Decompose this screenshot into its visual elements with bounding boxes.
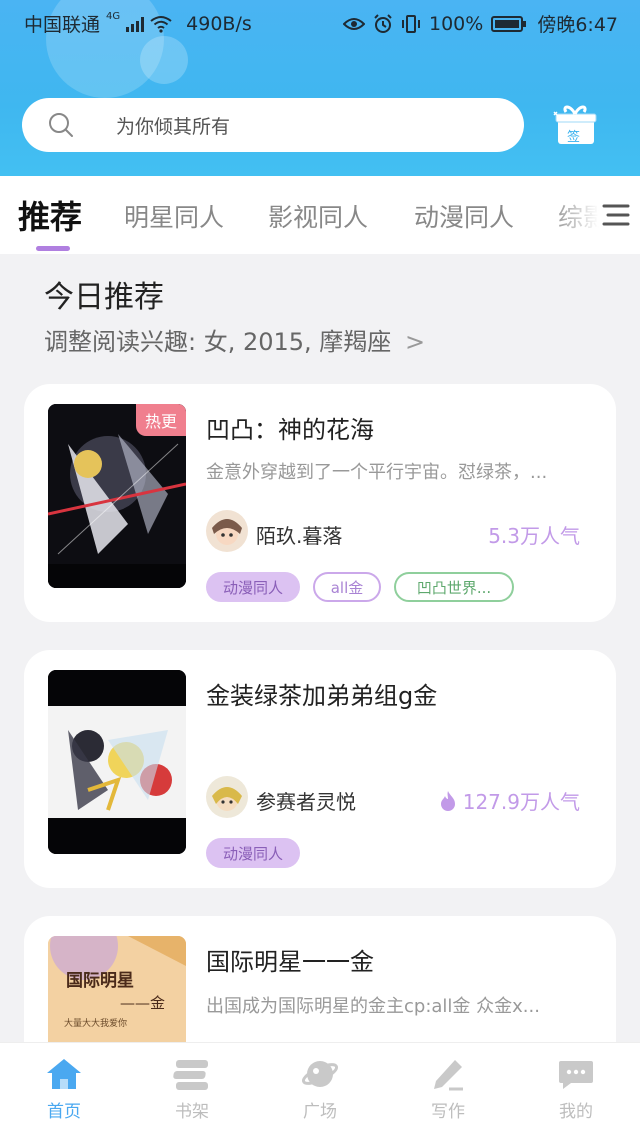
battery-icon — [491, 15, 527, 32]
cover-text: 国际明星 — [66, 971, 134, 991]
eye-icon — [343, 17, 365, 30]
bookshelf-icon — [173, 1060, 208, 1090]
reading-interest-link[interactable]: 调整阅读兴趣: 女, 2015, 摩羯座 > — [44, 322, 425, 357]
search-placeholder: 为你倾其所有 — [116, 116, 231, 138]
author-name: 陌玖.暮落 — [256, 524, 343, 548]
tag[interactable]: 凹凸世界... — [394, 572, 514, 602]
home-icon — [47, 1059, 81, 1089]
nav-label: 我的 — [559, 1102, 593, 1122]
popularity: 127.9万人气 — [439, 786, 580, 815]
bottom-nav: 首页 书架 广场 写作 我的 — [0, 1042, 640, 1138]
book-desc: 出国成为国际明星的金主cp:all金 众金x... — [206, 996, 540, 1017]
menu-icon[interactable] — [600, 202, 630, 228]
header: 中国联通 4G 490B/s 100% 傍晚6:47 为你倾其所有 签 — [0, 0, 640, 176]
author-avatar — [206, 510, 248, 552]
planet-icon — [301, 1061, 339, 1087]
nav-label: 书架 — [175, 1102, 209, 1122]
flame-icon — [440, 790, 455, 811]
cover-subtext: ——金 — [120, 994, 166, 1012]
pen-icon — [434, 1060, 463, 1091]
nav-square[interactable]: 广场 — [280, 1057, 360, 1122]
nav-bookshelf[interactable]: 书架 — [152, 1057, 232, 1122]
book-card[interactable]: 热更 凹凸：神的花海 金意外穿越到了一个平行宇宙。怼绿茶，... 陌玖.暮落 5… — [24, 384, 616, 622]
reading-interest-text: 调整阅读兴趣: 女, 2015, 摩羯座 — [44, 328, 392, 356]
popularity-value: 127.9万人气 — [462, 790, 580, 814]
vibrate-icon — [402, 14, 420, 33]
book-cover — [48, 670, 186, 854]
book-title: 凹凸：神的花海 — [206, 416, 374, 444]
nav-label: 首页 — [47, 1102, 81, 1122]
network-type: 4G — [106, 11, 121, 22]
tab-anime-fanfic[interactable]: 动漫同人 — [414, 198, 514, 234]
signal-icon — [126, 16, 145, 32]
gift-label: 签 — [567, 130, 581, 145]
chevron-right-icon: > — [404, 328, 426, 356]
author-avatar — [206, 776, 248, 818]
clock: 傍晚6:47 — [537, 14, 618, 36]
book-title: 金装绿茶加弟弟组g金 — [206, 682, 438, 710]
tab-indicator — [36, 246, 70, 251]
tab-recommend[interactable]: 推荐 — [18, 192, 82, 238]
cover-small-text: 大量大大我爱你 — [64, 1019, 128, 1029]
book-card[interactable]: 金装绿茶加弟弟组g金 参赛者灵悦 127.9万人气 动漫同人 — [24, 650, 616, 888]
book-desc: 金意外穿越到了一个平行宇宙。怼绿茶，... — [206, 462, 548, 483]
nav-write[interactable]: 写作 — [408, 1057, 488, 1122]
nav-label: 写作 — [431, 1102, 465, 1122]
book-title: 国际明星一一金 — [206, 948, 374, 976]
nav-me[interactable]: 我的 — [536, 1057, 616, 1122]
tab-star-fanfic[interactable]: 明星同人 — [124, 198, 224, 234]
search-bar[interactable]: 为你倾其所有 — [22, 98, 524, 152]
tag[interactable]: all金 — [313, 572, 381, 602]
battery-percent: 100% — [429, 12, 484, 35]
sign-in-gift-button[interactable]: 签 — [552, 102, 598, 148]
tag[interactable]: 动漫同人 — [206, 838, 300, 868]
carrier: 中国联通 — [24, 14, 101, 36]
nav-home[interactable]: 首页 — [24, 1057, 104, 1122]
section-title: 今日推荐 — [44, 280, 164, 315]
author-name: 参赛者灵悦 — [256, 790, 356, 814]
tab-film-fanfic[interactable]: 影视同人 — [268, 198, 368, 234]
net-speed: 490B/s — [186, 12, 252, 35]
search-icon — [49, 113, 73, 137]
alarm-icon — [374, 13, 392, 33]
hot-update-badge: 热更 — [135, 404, 186, 436]
wifi-icon — [150, 15, 172, 33]
status-bar: 中国联通 4G 490B/s 100% 傍晚6:47 — [0, 0, 640, 44]
tag[interactable]: 动漫同人 — [206, 572, 300, 602]
nav-label: 广场 — [303, 1102, 337, 1122]
book-cover: 热更 — [48, 404, 186, 588]
chat-icon — [559, 1061, 593, 1089]
popularity-value: 5.3万人气 — [488, 524, 580, 548]
category-tabs: 推荐 明星同人 影视同人 动漫同人 综影 — [0, 176, 640, 254]
cover-art — [48, 670, 186, 854]
popularity: 5.3万人气 — [488, 520, 580, 549]
